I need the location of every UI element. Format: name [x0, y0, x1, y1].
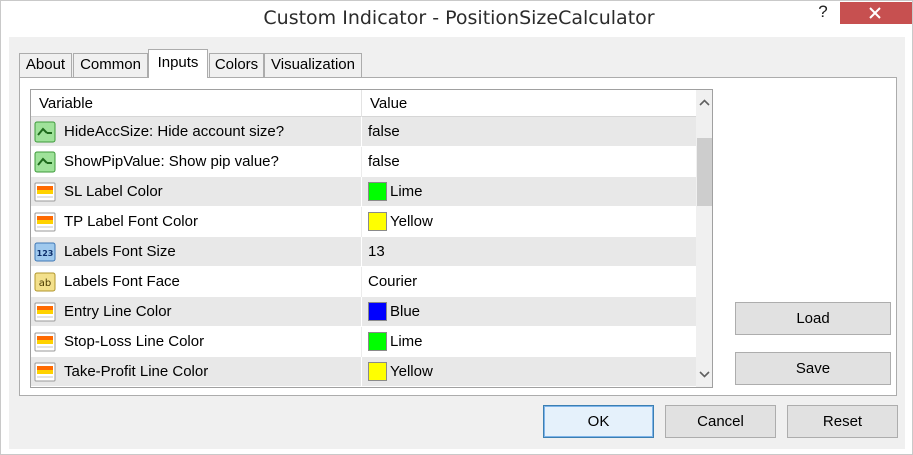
- cell-divider: [361, 207, 362, 237]
- color-icon: [34, 331, 56, 353]
- cell-divider: [361, 357, 362, 387]
- tab-about[interactable]: About: [19, 53, 72, 77]
- inputs-grid: Variable Value HideAccSize: Hide account…: [30, 89, 713, 388]
- grid-header: Variable Value: [31, 90, 696, 117]
- color-swatch[interactable]: [368, 362, 387, 381]
- column-divider[interactable]: [361, 90, 362, 117]
- variable-value[interactable]: Lime: [390, 333, 423, 350]
- variable-name: TP Label Font Color: [64, 213, 198, 230]
- variable-value[interactable]: Yellow: [390, 363, 433, 380]
- cell-divider: [361, 297, 362, 327]
- svg-text:123: 123: [37, 249, 54, 258]
- variable-value[interactable]: Lime: [390, 183, 423, 200]
- save-button[interactable]: Save: [735, 352, 891, 385]
- variable-value[interactable]: false: [368, 123, 400, 140]
- cell-divider: [361, 177, 362, 207]
- variable-value[interactable]: 13: [368, 243, 385, 260]
- color-swatch[interactable]: [368, 182, 387, 201]
- chevron-up-icon: [699, 99, 710, 106]
- variable-name: SL Label Color: [64, 183, 163, 200]
- scroll-up-button[interactable]: [696, 94, 712, 111]
- reset-button[interactable]: Reset: [787, 405, 898, 438]
- table-row[interactable]: 123 Labels Font Size 13: [31, 237, 696, 267]
- load-button[interactable]: Load: [735, 302, 891, 335]
- boolean-icon: [34, 151, 56, 173]
- string-icon: ab: [34, 271, 56, 293]
- boolean-icon: [34, 121, 56, 143]
- cell-divider: [361, 147, 362, 177]
- table-row[interactable]: Stop-Loss Line Color Lime: [31, 327, 696, 357]
- window-title: Custom Indicator - PositionSizeCalculato…: [263, 7, 655, 29]
- column-header-value[interactable]: Value: [370, 95, 407, 112]
- variable-value[interactable]: Blue: [390, 303, 420, 320]
- scroll-down-button[interactable]: [696, 366, 712, 383]
- table-row[interactable]: ShowPipValue: Show pip value? false: [31, 147, 696, 177]
- column-header-variable[interactable]: Variable: [39, 95, 93, 112]
- color-icon: [34, 211, 56, 233]
- scroll-thumb[interactable]: [697, 138, 712, 206]
- variable-value[interactable]: Yellow: [390, 213, 433, 230]
- integer-icon: 123: [34, 241, 56, 263]
- color-swatch[interactable]: [368, 212, 387, 231]
- color-icon: [34, 301, 56, 323]
- color-swatch[interactable]: [368, 302, 387, 321]
- color-icon: [34, 361, 56, 383]
- cell-divider: [361, 327, 362, 357]
- chevron-down-icon: [699, 371, 710, 378]
- inputs-panel: Variable Value HideAccSize: Hide account…: [19, 77, 897, 396]
- variable-name: ShowPipValue: Show pip value?: [64, 153, 279, 170]
- variable-value[interactable]: false: [368, 153, 400, 170]
- help-button[interactable]: ?: [801, 1, 845, 23]
- tab-colors[interactable]: Colors: [209, 53, 264, 77]
- dialog-client: About Common Inputs Colors Visualization…: [9, 37, 905, 449]
- title-bar: Custom Indicator - PositionSizeCalculato…: [1, 1, 912, 37]
- variable-name: Entry Line Color: [64, 303, 172, 320]
- dialog-window: Custom Indicator - PositionSizeCalculato…: [0, 0, 913, 455]
- table-row[interactable]: HideAccSize: Hide account size? false: [31, 117, 696, 147]
- vertical-scrollbar[interactable]: [696, 90, 712, 387]
- tab-common[interactable]: Common: [73, 53, 148, 77]
- variable-name: Labels Font Face: [64, 273, 180, 290]
- table-row[interactable]: ab Labels Font Face Courier: [31, 267, 696, 297]
- color-icon: [34, 181, 56, 203]
- cell-divider: [361, 237, 362, 267]
- table-row[interactable]: SL Label Color Lime: [31, 177, 696, 207]
- variable-name: Stop-Loss Line Color: [64, 333, 205, 350]
- table-row[interactable]: TP Label Font Color Yellow: [31, 207, 696, 237]
- tab-visualization[interactable]: Visualization: [264, 53, 362, 77]
- variable-name: HideAccSize: Hide account size?: [64, 123, 285, 140]
- cell-divider: [361, 117, 362, 147]
- ok-button[interactable]: OK: [543, 405, 654, 438]
- cancel-button[interactable]: Cancel: [665, 405, 776, 438]
- variable-name: Labels Font Size: [64, 243, 176, 260]
- table-row[interactable]: Take-Profit Line Color Yellow: [31, 357, 696, 387]
- close-button[interactable]: [840, 2, 912, 24]
- close-icon: [869, 7, 881, 19]
- color-swatch[interactable]: [368, 332, 387, 351]
- svg-text:ab: ab: [39, 278, 51, 289]
- cell-divider: [361, 267, 362, 297]
- variable-name: Take-Profit Line Color: [64, 363, 209, 380]
- tab-inputs[interactable]: Inputs: [148, 49, 208, 78]
- variable-value[interactable]: Courier: [368, 273, 417, 290]
- table-row[interactable]: Entry Line Color Blue: [31, 297, 696, 327]
